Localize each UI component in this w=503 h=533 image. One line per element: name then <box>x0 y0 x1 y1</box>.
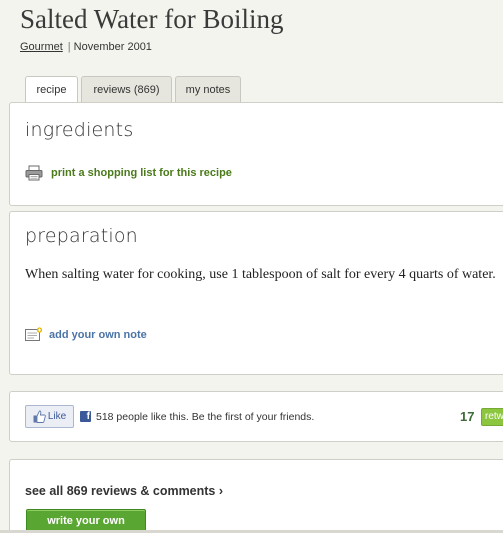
ingredients-heading: ingredients <box>25 119 134 141</box>
retweet-button[interactable]: retweet <box>481 408 503 426</box>
preparation-panel: preparation When salting water for cooki… <box>9 211 503 375</box>
retweet-count: 17 <box>460 409 475 424</box>
ingredients-panel: ingredients print a shopping list for th… <box>9 102 503 206</box>
add-note-icon <box>25 327 43 342</box>
facebook-like-button[interactable]: Like <box>25 405 74 428</box>
publish-date: November 2001 <box>73 41 152 53</box>
like-label: Like <box>47 411 67 422</box>
add-note-label: add your own note <box>49 328 147 341</box>
write-review-button[interactable]: write your own <box>26 509 146 532</box>
preparation-heading: preparation <box>25 225 138 247</box>
tab-recipe[interactable]: recipe <box>25 76 78 103</box>
reviews-panel: see all 869 reviews & comments › write y… <box>9 459 503 533</box>
social-panel: Like f 518 people like this. Be the firs… <box>9 391 503 442</box>
facebook-like-count-text: 518 people like this. Be the first of yo… <box>96 411 315 423</box>
preparation-text: When salting water for cooking, use 1 ta… <box>25 267 496 282</box>
facebook-icon: f <box>80 411 91 422</box>
printer-icon <box>25 165 43 181</box>
recipe-tabs: recipe reviews (869) my notes <box>25 76 244 103</box>
print-shopping-list-label: print a shopping list for this recipe <box>51 167 232 179</box>
thumbs-up-icon <box>33 410 46 423</box>
source-link[interactable]: Gourmet <box>20 41 63 53</box>
tab-reviews[interactable]: reviews (869) <box>81 76 172 102</box>
tab-my-notes[interactable]: my notes <box>175 76 241 102</box>
recipe-title: Salted Water for Boiling <box>20 4 284 34</box>
print-shopping-list-link[interactable]: print a shopping list for this recipe <box>25 165 232 181</box>
add-note-link[interactable]: add your own note <box>25 327 147 342</box>
see-all-reviews-link[interactable]: see all 869 reviews & comments › <box>25 484 223 498</box>
byline-separator: | <box>67 41 71 53</box>
recipe-page: Salted Water for Boiling Gourmet | Novembe… <box>0 0 503 533</box>
byline: Gourmet | November 2001 <box>20 41 152 53</box>
